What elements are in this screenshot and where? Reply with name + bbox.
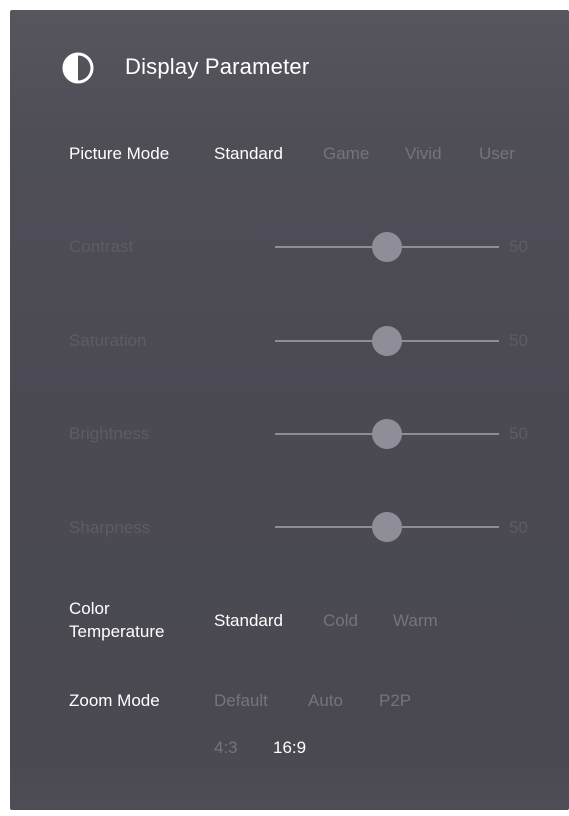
zoom-option-default[interactable]: Default	[214, 690, 268, 712]
brightness-slider[interactable]	[275, 417, 499, 451]
brightness-value: 50	[509, 424, 528, 443]
panel-header: Display Parameter	[10, 10, 569, 122]
saturation-label: Saturation	[69, 331, 147, 350]
contrast-icon	[62, 52, 94, 84]
picture-mode-option-vivid[interactable]: Vivid	[405, 143, 442, 165]
slider-knob[interactable]	[372, 232, 402, 262]
saturation-value: 50	[509, 331, 528, 350]
color-temp-option-cold[interactable]: Cold	[323, 610, 358, 632]
zoom-option-4-3[interactable]: 4:3	[214, 737, 238, 759]
zoom-mode-label: Zoom Mode	[69, 691, 160, 710]
zoom-option-p2p[interactable]: P2P	[379, 690, 411, 712]
contrast-value: 50	[509, 237, 528, 256]
slider-knob[interactable]	[372, 419, 402, 449]
picture-mode-label: Picture Mode	[69, 144, 170, 163]
sharpness-slider[interactable]	[275, 510, 499, 544]
slider-knob[interactable]	[372, 512, 402, 542]
slider-knob[interactable]	[372, 326, 402, 356]
color-temperature-label-line1: Color	[69, 599, 110, 618]
picture-mode-option-standard[interactable]: Standard	[214, 143, 283, 165]
picture-mode-option-user[interactable]: User	[479, 143, 515, 165]
color-temperature-label-line2: Temperature	[69, 622, 165, 641]
color-temp-option-standard[interactable]: Standard	[214, 610, 283, 632]
picture-mode-option-game[interactable]: Game	[323, 143, 369, 165]
sharpness-label: Sharpness	[69, 518, 151, 537]
display-parameter-panel: Display Parameter Picture Mode Standard …	[10, 10, 569, 810]
zoom-option-16-9[interactable]: 16:9	[273, 737, 306, 759]
contrast-slider[interactable]	[275, 230, 499, 264]
saturation-slider[interactable]	[275, 324, 499, 358]
zoom-option-auto[interactable]: Auto	[308, 690, 343, 712]
color-temp-option-warm[interactable]: Warm	[393, 610, 438, 632]
sharpness-value: 50	[509, 518, 528, 537]
contrast-label: Contrast	[69, 237, 134, 256]
page-title: Display Parameter	[125, 54, 310, 79]
brightness-label: Brightness	[69, 424, 150, 443]
